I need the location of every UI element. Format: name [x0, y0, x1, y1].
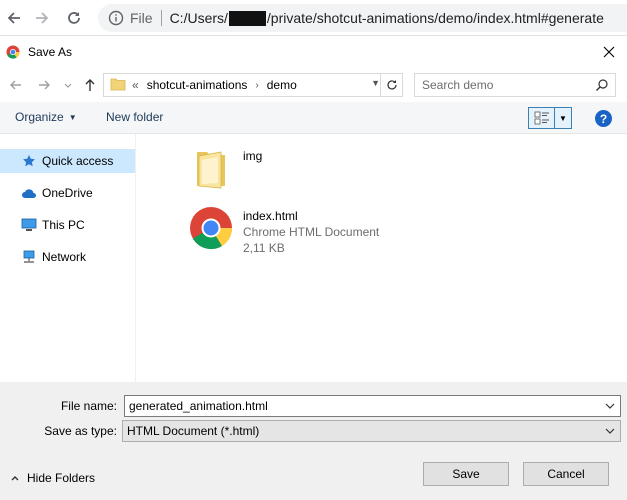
arrow-right-icon: [39, 80, 50, 90]
arrow-up-icon: [85, 79, 95, 91]
nav-item-label: OneDrive: [42, 186, 93, 200]
organize-label: Organize: [15, 110, 64, 124]
cancel-button[interactable]: Cancel: [523, 462, 609, 486]
nav-item-onedrive[interactable]: OneDrive: [0, 181, 135, 205]
file-size: 2,11 KB: [243, 241, 285, 255]
save-form: File name: Save as type: HTML Document (…: [0, 382, 627, 500]
search-icon[interactable]: [595, 78, 609, 95]
nav-item-label: Network: [42, 250, 87, 264]
chevron-down-icon[interactable]: [604, 425, 616, 440]
dialog-back-button[interactable]: [8, 77, 24, 93]
file-type: Chrome HTML Document: [243, 225, 380, 239]
list-item-img[interactable]: img: [187, 144, 262, 192]
reload-icon: [68, 12, 80, 24]
nav-item-label: This PC: [42, 218, 85, 232]
dialog-titlebar: Save As: [0, 36, 627, 68]
organize-button[interactable]: Organize ▼: [15, 110, 77, 124]
new-folder-button[interactable]: New folder: [106, 110, 163, 124]
refresh-button[interactable]: [380, 74, 402, 96]
star-icon: [20, 153, 38, 169]
save-type-value: HTML Document (*.html): [127, 424, 260, 438]
command-bar: Organize ▼ New folder ▼ ?: [0, 102, 627, 134]
address-row: « shotcut-animations › demo ▼: [0, 68, 627, 102]
recent-locations-button[interactable]: [60, 77, 76, 93]
breadcrumb-overflow[interactable]: «: [132, 78, 139, 92]
caret-down-icon[interactable]: ▼: [555, 108, 571, 128]
url-scheme: File: [130, 10, 153, 26]
monitor-icon: [20, 217, 38, 233]
nav-item-this-pc[interactable]: This PC: [0, 213, 135, 237]
file-name-input[interactable]: [129, 399, 599, 413]
save-type-select[interactable]: HTML Document (*.html): [122, 420, 621, 442]
nav-item-quick-access[interactable]: Quick access: [0, 149, 135, 173]
save-button[interactable]: Save: [423, 462, 509, 486]
chevron-down-icon[interactable]: ▼: [371, 78, 380, 88]
search-box[interactable]: [414, 73, 616, 97]
hide-folders-label: Hide Folders: [27, 471, 96, 485]
chrome-icon: [187, 204, 235, 252]
redacted-username: [228, 10, 266, 26]
hide-folders-button[interactable]: Hide Folders: [10, 471, 95, 485]
folder-icon: [187, 144, 235, 192]
breadcrumb-item-demo[interactable]: demo: [267, 78, 297, 92]
url-suffix: /private/shotcut-animations/demo/index.h…: [266, 10, 604, 26]
file-list: img index.html Chrome HTML Document 2,11…: [137, 134, 627, 382]
omnibox-divider: [160, 10, 162, 26]
help-button[interactable]: ?: [595, 110, 612, 127]
refresh-icon: [386, 80, 397, 90]
file-name-field[interactable]: [124, 395, 621, 417]
file-name: index.html: [243, 209, 298, 223]
chrome-icon: [6, 45, 20, 62]
chevron-down-icon: [64, 83, 72, 88]
dialog-title: Save As: [28, 45, 73, 59]
list-item-index-html[interactable]: index.html Chrome HTML Document 2,11 KB: [187, 204, 379, 256]
network-icon: [20, 249, 38, 265]
url-text[interactable]: C:/Users/ /private/shotcut-animations/dem…: [170, 10, 604, 26]
url-prefix: C:/Users/: [169, 10, 228, 26]
file-name-label: File name:: [60, 399, 117, 413]
reload-button[interactable]: [62, 6, 86, 30]
browser-toolbar: File C:/Users/ /private/shotcut-animation…: [0, 0, 627, 36]
dialog-forward-button[interactable]: [36, 77, 52, 93]
arrow-left-icon: [10, 80, 21, 90]
chevron-down-icon[interactable]: [604, 400, 616, 415]
breadcrumb[interactable]: « shotcut-animations › demo ▼: [103, 73, 403, 97]
view-button[interactable]: ▼: [528, 107, 572, 129]
caret-down-icon: ▼: [68, 112, 77, 122]
close-button[interactable]: [599, 42, 619, 62]
folder-icon: [110, 77, 126, 94]
nav-item-label: Quick access: [42, 154, 114, 168]
close-icon: [603, 46, 615, 58]
breadcrumb-item-shotcut-animations[interactable]: shotcut-animations: [147, 78, 248, 92]
file-name: img: [243, 149, 263, 163]
details-view-icon[interactable]: [529, 108, 555, 128]
nav-item-network[interactable]: Network: [0, 245, 135, 269]
omnibox[interactable]: File C:/Users/ /private/shotcut-animation…: [98, 4, 627, 32]
arrow-right-icon: [36, 12, 49, 24]
back-button[interactable]: [2, 6, 26, 30]
forward-button[interactable]: [30, 6, 54, 30]
chevron-right-icon[interactable]: ›: [255, 80, 258, 91]
arrow-left-icon: [7, 12, 20, 24]
navigation-pane: Quick access OneDrive This PC Network: [0, 134, 136, 382]
info-icon[interactable]: [108, 10, 124, 26]
cloud-icon: [20, 185, 38, 201]
up-button[interactable]: [82, 77, 98, 93]
save-type-label: Save as type:: [44, 424, 117, 438]
chevron-up-icon: [11, 476, 19, 481]
search-input[interactable]: [422, 78, 592, 92]
